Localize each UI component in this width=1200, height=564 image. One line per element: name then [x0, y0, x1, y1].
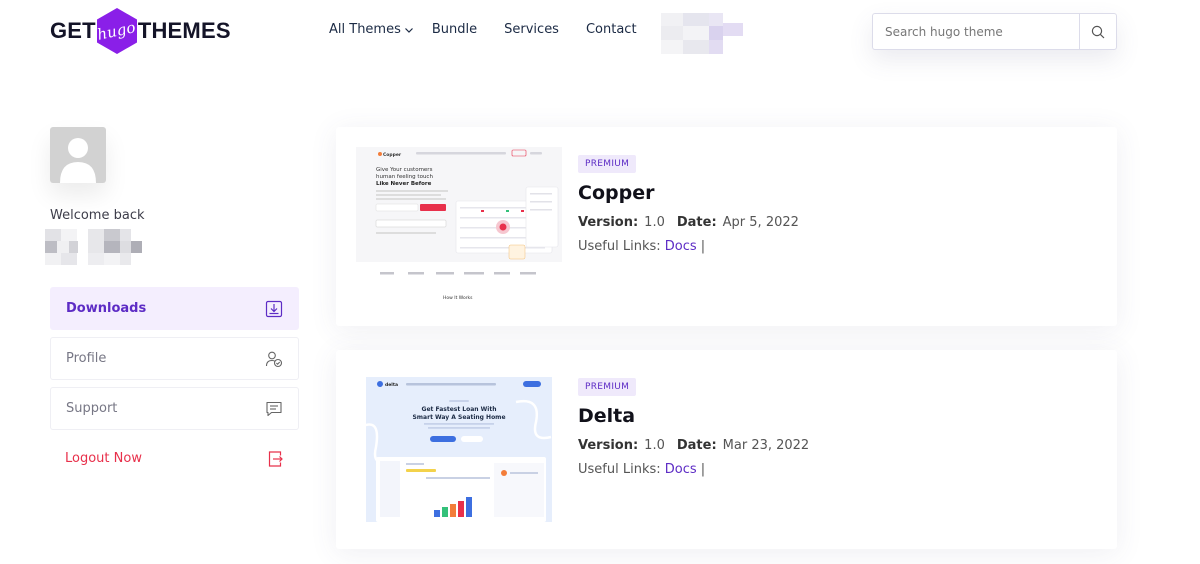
theme-card-delta: delta Get Fastest Loan With Smart Way A … — [336, 350, 1117, 549]
link-separator: | — [700, 462, 706, 477]
account-menu: Downloads Profile Support Logout Now — [50, 287, 299, 487]
version-label: Version: — [578, 438, 639, 453]
logo-hexagon: hugo — [95, 7, 139, 55]
copper-info: PREMIUM Copper Version: 1.0 Date: Apr 5, 20… — [578, 151, 799, 254]
useful-links-label: Useful Links: — [578, 239, 661, 254]
useful-links-label: Useful Links: — [578, 462, 661, 477]
theme-title: Copper — [578, 182, 655, 204]
premium-badge: PREMIUM — [578, 155, 637, 173]
search-input[interactable] — [873, 14, 1079, 49]
main-nav: All Themes Bundle Services Contact — [329, 22, 664, 37]
docs-link[interactable]: Docs — [665, 462, 697, 477]
theme-card-copper: Copper Give Your customers human feeling… — [336, 127, 1117, 326]
copper-preview-image: Copper Give Your customers human feeling… — [356, 147, 562, 305]
link-separator: | — [700, 239, 706, 254]
nav-bundle-label: Bundle — [431, 22, 478, 37]
menu-support[interactable]: Support — [50, 387, 299, 430]
nav-all-themes-label: All Themes — [329, 22, 401, 37]
useful-links: Useful Links: Docs | — [578, 462, 809, 477]
copper-preview-headline-1: Give Your customers — [376, 167, 433, 173]
date-label: Date: — [676, 215, 717, 230]
delta-thumbnail[interactable]: delta Get Fastest Loan With Smart Way A … — [366, 377, 552, 522]
nav-contact-label: Contact — [585, 22, 637, 37]
delta-preview-headline-2: Smart Way A Seating Home — [412, 414, 505, 421]
copper-preview-headline-3: Like Never Before — [376, 181, 432, 187]
delta-preview-headline-1: Get Fastest Loan With — [422, 406, 497, 413]
version-label: Version: — [578, 215, 639, 230]
search-icon — [1091, 25, 1105, 38]
nav-all-themes[interactable]: All Themes — [329, 22, 414, 37]
copper-preview-brand: Copper — [383, 152, 402, 158]
chevron-down-icon — [404, 27, 413, 33]
copper-thumbnail[interactable]: Copper Give Your customers human feeling… — [356, 147, 562, 305]
date-value: Mar 23, 2022 — [722, 438, 810, 453]
search-button[interactable] — [1079, 14, 1116, 49]
site-logo[interactable]: GET hugo THEMES — [50, 7, 231, 55]
date-value: Apr 5, 2022 — [722, 215, 799, 230]
profile-icon — [265, 351, 283, 367]
menu-logout[interactable]: Logout Now — [50, 437, 299, 480]
avatar — [50, 127, 106, 183]
menu-profile[interactable]: Profile — [50, 337, 299, 380]
copper-preview-section: How It Works — [443, 295, 473, 301]
menu-downloads-label: Downloads — [66, 301, 147, 316]
logo-text-themes: THEMES — [137, 18, 231, 43]
pixelated-username — [45, 229, 142, 265]
menu-downloads[interactable]: Downloads — [50, 287, 299, 330]
copper-preview-headline-2: human feeling touch — [376, 174, 433, 180]
delta-preview-brand: delta — [385, 382, 398, 388]
menu-support-label: Support — [66, 401, 118, 416]
welcome-text: Welcome back — [50, 208, 145, 223]
pixelated-image — [661, 13, 743, 54]
logout-icon — [268, 450, 283, 467]
nav-services-label: Services — [504, 22, 559, 37]
theme-meta: Version: 1.0 Date: Apr 5, 2022 — [578, 215, 799, 230]
nav-bundle[interactable]: Bundle — [432, 22, 477, 37]
logo-text-get: GET — [50, 18, 96, 43]
user-placeholder-icon — [60, 138, 96, 183]
nav-services[interactable]: Services — [504, 22, 559, 37]
version-value: 1.0 — [644, 215, 665, 230]
theme-title: Delta — [578, 405, 636, 427]
date-label: Date: — [676, 438, 717, 453]
premium-badge: PREMIUM — [578, 378, 637, 396]
nav-contact[interactable]: Contact — [586, 22, 637, 37]
search-box — [872, 13, 1117, 50]
menu-logout-label: Logout Now — [65, 451, 142, 466]
version-value: 1.0 — [644, 438, 665, 453]
useful-links: Useful Links: Docs | — [578, 239, 799, 254]
download-icon — [265, 300, 283, 317]
docs-link[interactable]: Docs — [665, 239, 697, 254]
theme-meta: Version: 1.0 Date: Mar 23, 2022 — [578, 438, 809, 453]
delta-info: PREMIUM Delta Version: 1.0 Date: Mar 23, 20… — [578, 374, 809, 477]
chat-icon — [266, 401, 282, 416]
delta-preview-image: delta Get Fastest Loan With Smart Way A … — [366, 377, 552, 522]
menu-profile-label: Profile — [66, 351, 107, 366]
